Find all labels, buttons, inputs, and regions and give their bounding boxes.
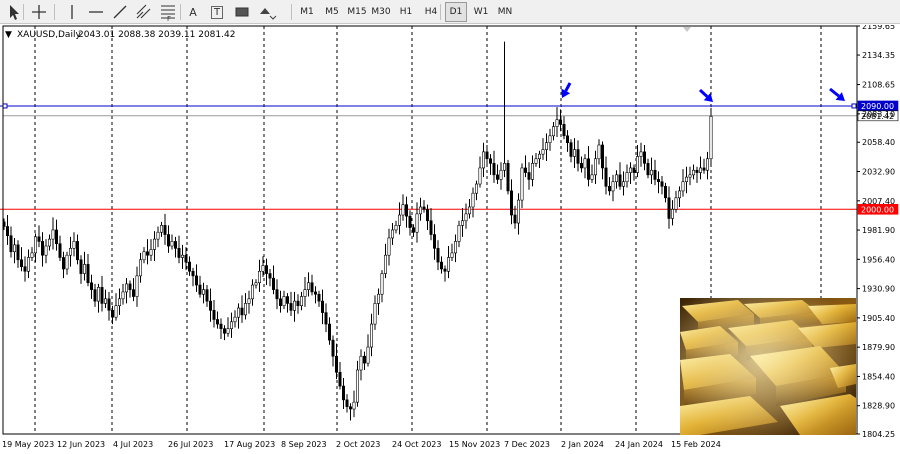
timeframe-mn-button[interactable]: MN	[494, 2, 516, 22]
rectangle-icon[interactable]	[232, 2, 252, 22]
y-tick-label: 2134.35	[862, 51, 895, 60]
y-tick-label: 2159.65	[862, 25, 895, 31]
y-tick-label: 1905.40	[862, 314, 895, 323]
y-tick-label: 1804.25	[862, 430, 895, 439]
x-tick-label: 2 Oct 2023	[336, 440, 380, 449]
timeframe-h1-button[interactable]: H1	[395, 2, 417, 22]
svg-text:F: F	[167, 15, 171, 22]
x-tick-label: 15 Feb 2024	[671, 440, 721, 449]
y-tick-label: 2108.65	[862, 81, 895, 90]
shapes-menu-icon[interactable]	[257, 2, 277, 22]
y-tick-label: 2083.10	[862, 110, 895, 119]
timeframe-d1-button[interactable]: D1	[445, 2, 467, 22]
y-tick-label: 1981.90	[862, 226, 895, 235]
candle	[506, 159, 510, 195]
candle	[709, 107, 713, 165]
crosshair-icon[interactable]	[29, 2, 49, 22]
y-tick-label: 2058.40	[862, 138, 895, 147]
timeframe-w1-button[interactable]: W1	[470, 2, 492, 22]
fibonacci-icon[interactable]: F	[158, 2, 178, 22]
horizontal-line-icon[interactable]	[86, 2, 106, 22]
gold-bars-image	[680, 298, 856, 435]
y-tick-label: 1930.90	[862, 285, 895, 294]
chart-symbol: XAUUSD,Daily	[17, 30, 81, 40]
level-handle[interactable]	[2, 103, 8, 109]
toolbar-separator	[23, 4, 24, 20]
toolbar-separator	[291, 4, 292, 20]
chart-ohlc: 2043.01 2088.38 2039.11 2081.42	[78, 30, 235, 40]
timeframe-m5-button[interactable]: M5	[321, 2, 343, 22]
level-handle[interactable]	[851, 103, 857, 109]
x-tick-label: 12 Jun 2023	[57, 440, 105, 449]
x-tick-label: 26 Jul 2023	[168, 440, 213, 449]
y-tick-label: 2032.90	[862, 168, 895, 177]
x-tick-label: 19 May 2023	[2, 440, 54, 449]
y-tick-label: 1879.90	[862, 343, 895, 352]
x-tick-label: 7 Dec 2023	[504, 440, 550, 449]
text-tool-icon[interactable]: A	[183, 2, 203, 22]
vertical-line-icon[interactable]	[62, 2, 82, 22]
timeframe-h4-button[interactable]: H4	[420, 2, 442, 22]
x-tick-label: 24 Oct 2023	[392, 440, 441, 449]
toolbar-separator	[54, 4, 55, 20]
x-tick-label: 17 Aug 2023	[224, 440, 275, 449]
cursor-arrow-icon[interactable]	[4, 2, 24, 22]
y-tick-label: 2007.40	[862, 197, 895, 206]
y-tick-label: 1854.40	[862, 372, 895, 381]
timeframe-m1-button[interactable]: M1	[296, 2, 318, 22]
y-tick-label: 1956.40	[862, 255, 895, 264]
chart-title-arrow: ▼	[5, 30, 12, 40]
x-tick-label: 4 Jul 2023	[113, 440, 153, 449]
level-label: 2000.00	[861, 205, 894, 214]
trendline-icon[interactable]	[110, 2, 130, 22]
x-tick-label: 2 Jan 2024	[561, 440, 604, 449]
equidistant-channel-icon[interactable]	[134, 2, 154, 22]
timeframe-m15-button[interactable]: M15	[346, 2, 368, 22]
toolbar-separator	[180, 4, 181, 20]
x-tick-label: 15 Nov 2023	[449, 440, 500, 449]
text-label-tool-icon[interactable]: T	[207, 2, 227, 22]
x-tick-label: 24 Jan 2024	[615, 440, 663, 449]
toolbar: F A T M1 M5 M15 M30 H1 H4 D1 W1 MN	[0, 0, 900, 24]
y-tick-label: 1828.90	[862, 402, 895, 411]
timeframe-m30-button[interactable]: M30	[370, 2, 392, 22]
x-tick-label: 8 Sep 2023	[281, 440, 327, 449]
